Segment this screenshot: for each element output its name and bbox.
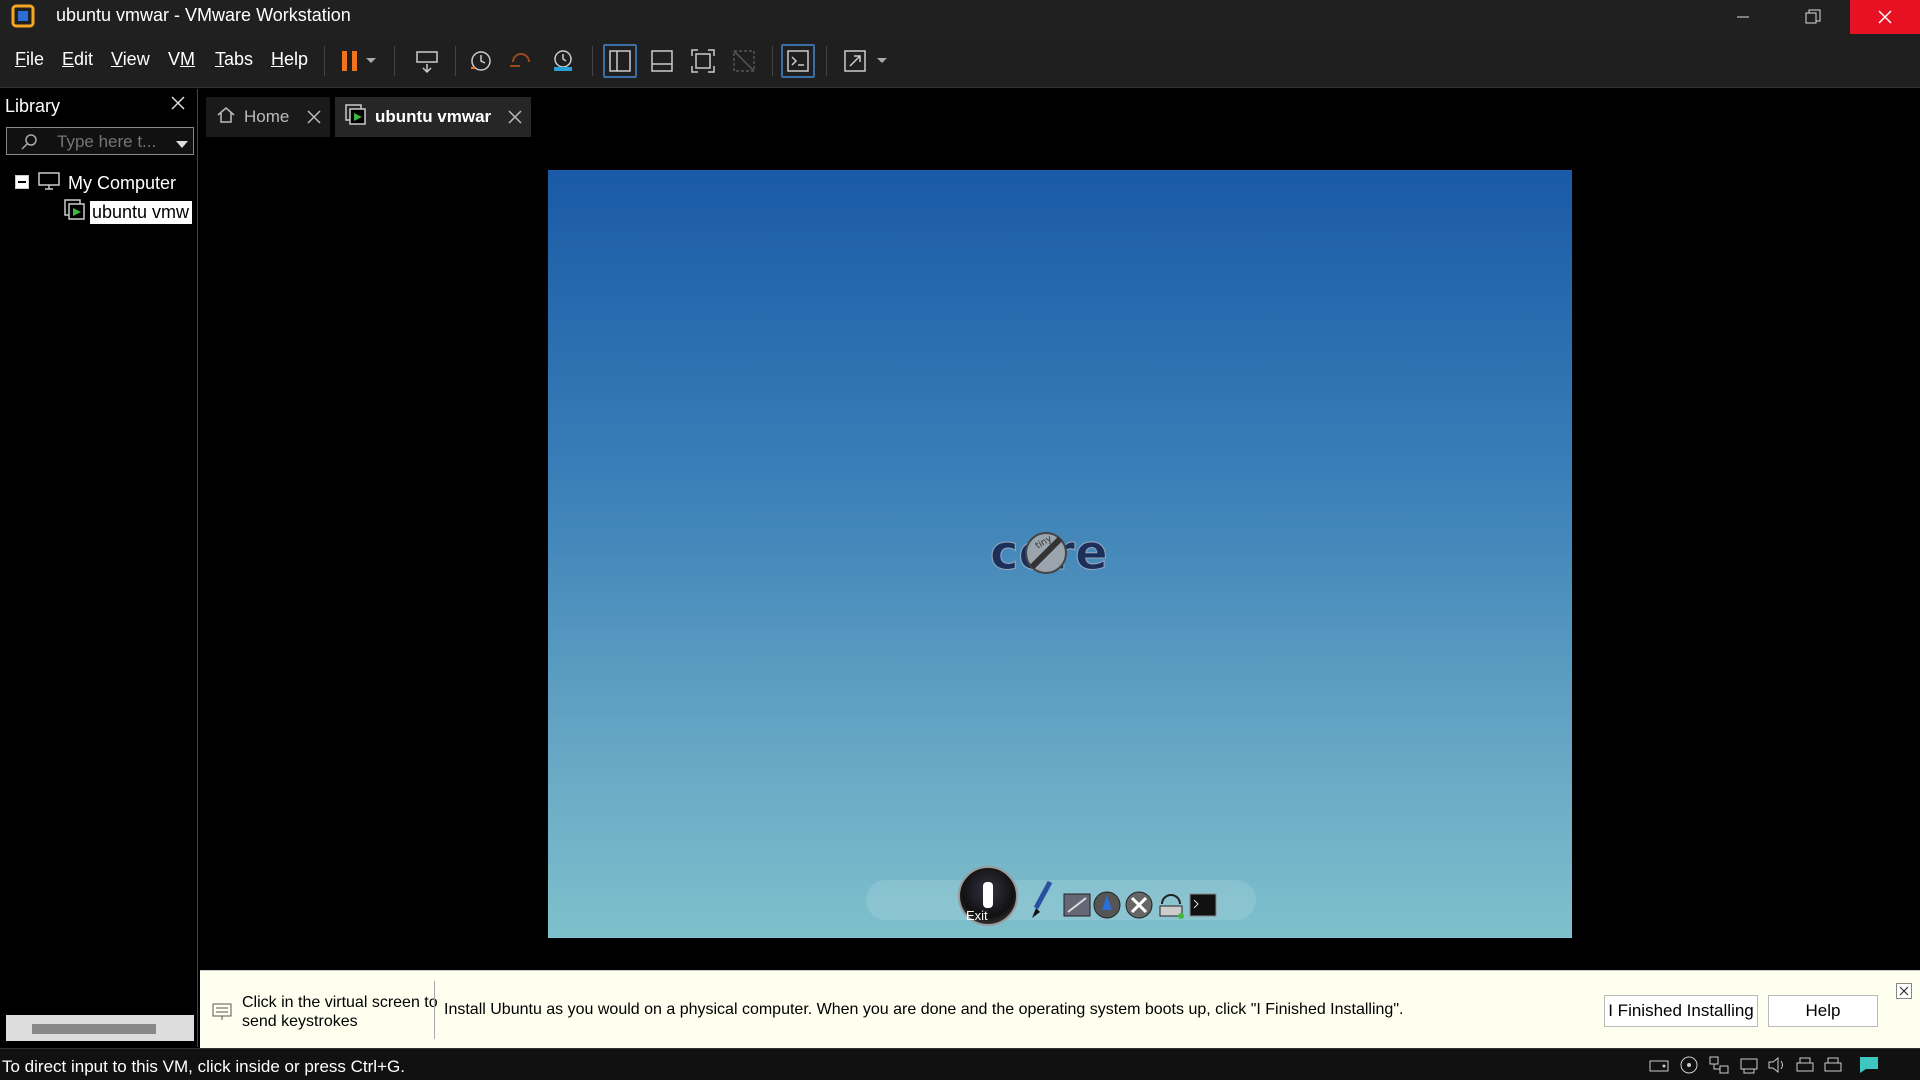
menu-tabs[interactable]: Tabs [215,49,253,70]
toolbar-separator [394,46,395,76]
toolbar-separator [455,46,456,76]
install-instructions: Install Ubuntu as you would on a physica… [444,1001,1404,1018]
hint-separator [434,981,435,1039]
close-tab-icon[interactable] [306,109,322,125]
terminal-icon[interactable] [1188,890,1218,920]
menu-view-label: View [111,49,150,69]
library-search-box[interactable] [6,127,194,155]
menu-vm-label: VM [168,49,196,69]
menu-help-label: Help [271,49,309,69]
vm-console-screen[interactable]: core tiny Exit [548,170,1572,938]
tab-ubuntu-vm[interactable]: ubuntu vmwar [335,97,531,137]
close-tab-icon[interactable] [507,109,523,125]
hard-disk-icon[interactable] [1648,1055,1670,1075]
keyboard-icon [212,1001,232,1026]
vm-icon [345,103,367,131]
title-bar: ubuntu vmwar - VMware Workstation [0,0,1920,34]
stretch-dropdown-icon[interactable] [872,44,892,78]
menu-toolbar: File Edit View VM Tabs Help [0,34,1920,88]
usb-icon[interactable] [1738,1055,1760,1075]
tab-strip: Home ubuntu vmwar [200,89,1920,139]
minimize-button[interactable] [1708,0,1778,34]
library-search-input[interactable] [57,132,167,152]
snapshot-icon[interactable] [464,44,498,78]
stretch-icon[interactable] [838,44,872,78]
sound-icon[interactable] [1766,1055,1788,1075]
unity-icon[interactable] [727,44,761,78]
tree-item-label: ubuntu vmw [90,200,192,224]
thumbnail-bar-icon[interactable] [645,44,679,78]
help-button[interactable]: Help [1768,995,1878,1027]
close-button[interactable] [1850,0,1920,34]
full-screen-icon[interactable] [686,44,720,78]
wbar-dock: Exit [866,866,1266,926]
show-library-icon[interactable] [603,44,637,78]
menu-tabs-label: Tabs [215,49,254,69]
install-hint-bar: Click in the virtual screen to send keys… [200,970,1920,1048]
send-ctrl-alt-del-icon[interactable] [410,44,444,78]
menu-edit[interactable]: Edit [62,49,93,70]
menu-help[interactable]: Help [271,49,308,70]
revert-snapshot-icon[interactable] [504,44,538,78]
vm-icon [64,198,86,226]
click-hint-text: Click in the virtual screen to send keys… [242,994,438,1030]
menu-file[interactable]: File [15,49,44,70]
tab-label: Home [244,107,290,126]
library-panel: Library My Computer ubuntu vmw [0,89,198,1047]
tiny-core-logo: core tiny [988,525,1138,585]
tree-collapse-toggle[interactable] [15,175,29,189]
toolbar-separator [772,46,773,76]
menu-edit-label: Edit [62,49,94,69]
search-dropdown-icon[interactable] [175,137,189,155]
menu-vm[interactable]: VM [168,49,195,70]
control-panel-icon[interactable] [1062,890,1092,920]
display-icon[interactable] [1822,1055,1844,1075]
tree-item-label: My Computer [68,172,177,193]
console-view-icon[interactable] [781,44,815,78]
computer-icon [38,171,60,195]
toolbar-separator [324,46,325,76]
status-text: To direct input to this VM, click inside… [2,1057,405,1076]
snapshot-manager-icon[interactable] [546,44,580,78]
cd-dvd-icon[interactable] [1678,1055,1700,1075]
network-icon[interactable] [1156,890,1186,920]
search-icon [21,133,39,156]
exit-label: Exit [966,908,988,923]
tree-item-vm[interactable]: ubuntu vmw [64,198,192,226]
toolbar-separator [826,46,827,76]
mount-tool-icon[interactable] [1124,890,1154,920]
toolbar-separator [592,46,593,76]
message-icon[interactable] [1858,1055,1880,1075]
library-title: Library [5,96,61,116]
menu-file-label: File [15,49,45,69]
finished-installing-button[interactable]: I Finished Installing [1604,995,1758,1027]
window-title: ubuntu vmwar - VMware Workstation [56,5,351,25]
close-hint-icon[interactable] [1896,983,1912,999]
paint-brush-icon[interactable] [1026,880,1056,920]
scrollbar-thumb[interactable] [32,1024,156,1034]
apps-icon[interactable] [1092,890,1122,920]
tab-home[interactable]: Home [206,97,330,137]
close-library-icon[interactable] [170,95,190,115]
vmware-app-icon [10,3,36,29]
pause-dropdown-icon[interactable] [361,44,381,78]
home-icon [216,105,236,130]
restore-button[interactable] [1778,0,1848,34]
menu-view[interactable]: View [111,49,150,70]
network-adapter-icon[interactable] [1708,1055,1730,1075]
tree-item-my-computer[interactable]: My Computer [38,171,177,195]
library-horizontal-scrollbar[interactable] [6,1015,194,1041]
printer-icon[interactable] [1794,1055,1816,1075]
status-bar: To direct input to this VM, click inside… [0,1048,1920,1080]
tab-label: ubuntu vmwar [375,107,492,126]
